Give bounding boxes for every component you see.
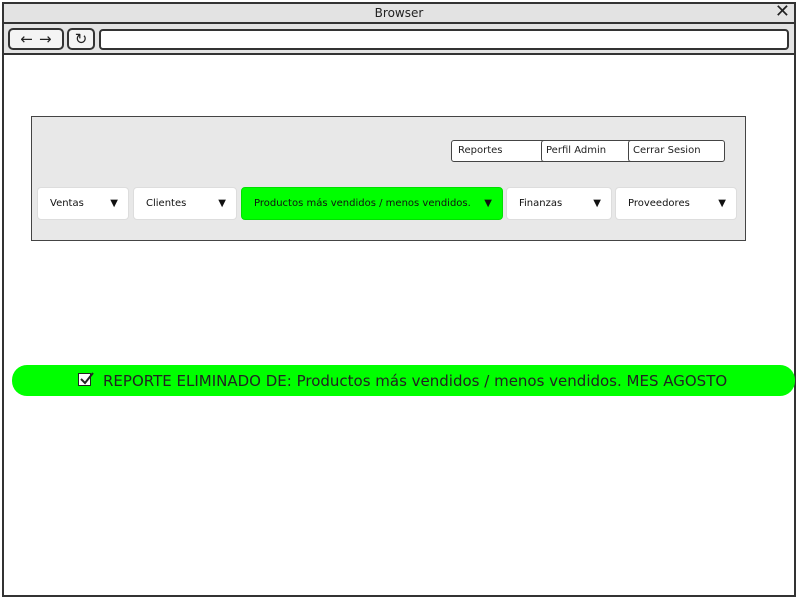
menu-ventas[interactable]: Ventas ▼ bbox=[37, 187, 129, 220]
forward-icon[interactable]: → bbox=[39, 30, 52, 48]
dropdown-arrow-icon: ▼ bbox=[593, 198, 601, 209]
address-bar[interactable] bbox=[99, 29, 789, 50]
dropdown-arrow-icon: ▼ bbox=[110, 198, 118, 209]
window-title: Browser bbox=[374, 6, 424, 20]
menu-proveedores[interactable]: Proveedores ▼ bbox=[615, 187, 737, 220]
menu-label: Finanzas bbox=[519, 198, 563, 209]
menu-label: Ventas bbox=[50, 198, 84, 209]
alert-message: REPORTE ELIMINADO DE: Productos más vend… bbox=[103, 372, 728, 390]
menu-productos[interactable]: Productos más vendidos / menos vendidos.… bbox=[241, 187, 503, 220]
success-alert: REPORTE ELIMINADO DE: Productos más vend… bbox=[12, 365, 795, 396]
reload-icon: ↻ bbox=[74, 30, 88, 48]
reload-button[interactable]: ↻ bbox=[67, 28, 95, 50]
dropdown-arrow-icon: ▼ bbox=[718, 198, 726, 209]
dropdown-arrow-icon: ▼ bbox=[484, 198, 492, 209]
dropdown-arrow-icon: ▼ bbox=[218, 198, 226, 209]
cerrar-sesion-button[interactable]: Cerrar Sesion bbox=[628, 140, 725, 162]
browser-window: Browser ✕ ← → ↻ bbox=[2, 2, 796, 597]
menu-clientes[interactable]: Clientes ▼ bbox=[133, 187, 237, 220]
back-forward-buttons[interactable]: ← → bbox=[8, 28, 64, 50]
reportes-button[interactable]: Reportes bbox=[451, 140, 551, 162]
browser-toolbar: ← → ↻ bbox=[4, 24, 794, 55]
back-icon[interactable]: ← bbox=[20, 30, 33, 48]
title-bar: Browser ✕ bbox=[4, 2, 794, 24]
header-panel bbox=[31, 116, 746, 241]
menu-finanzas[interactable]: Finanzas ▼ bbox=[506, 187, 612, 220]
menu-label: Proveedores bbox=[628, 198, 690, 209]
checkbox-icon bbox=[78, 372, 94, 386]
perfil-admin-button[interactable]: Perfil Admin bbox=[541, 140, 637, 162]
menu-label: Clientes bbox=[146, 198, 187, 209]
close-icon[interactable]: ✕ bbox=[775, 2, 790, 22]
menu-label: Productos más vendidos / menos vendidos. bbox=[254, 198, 471, 209]
